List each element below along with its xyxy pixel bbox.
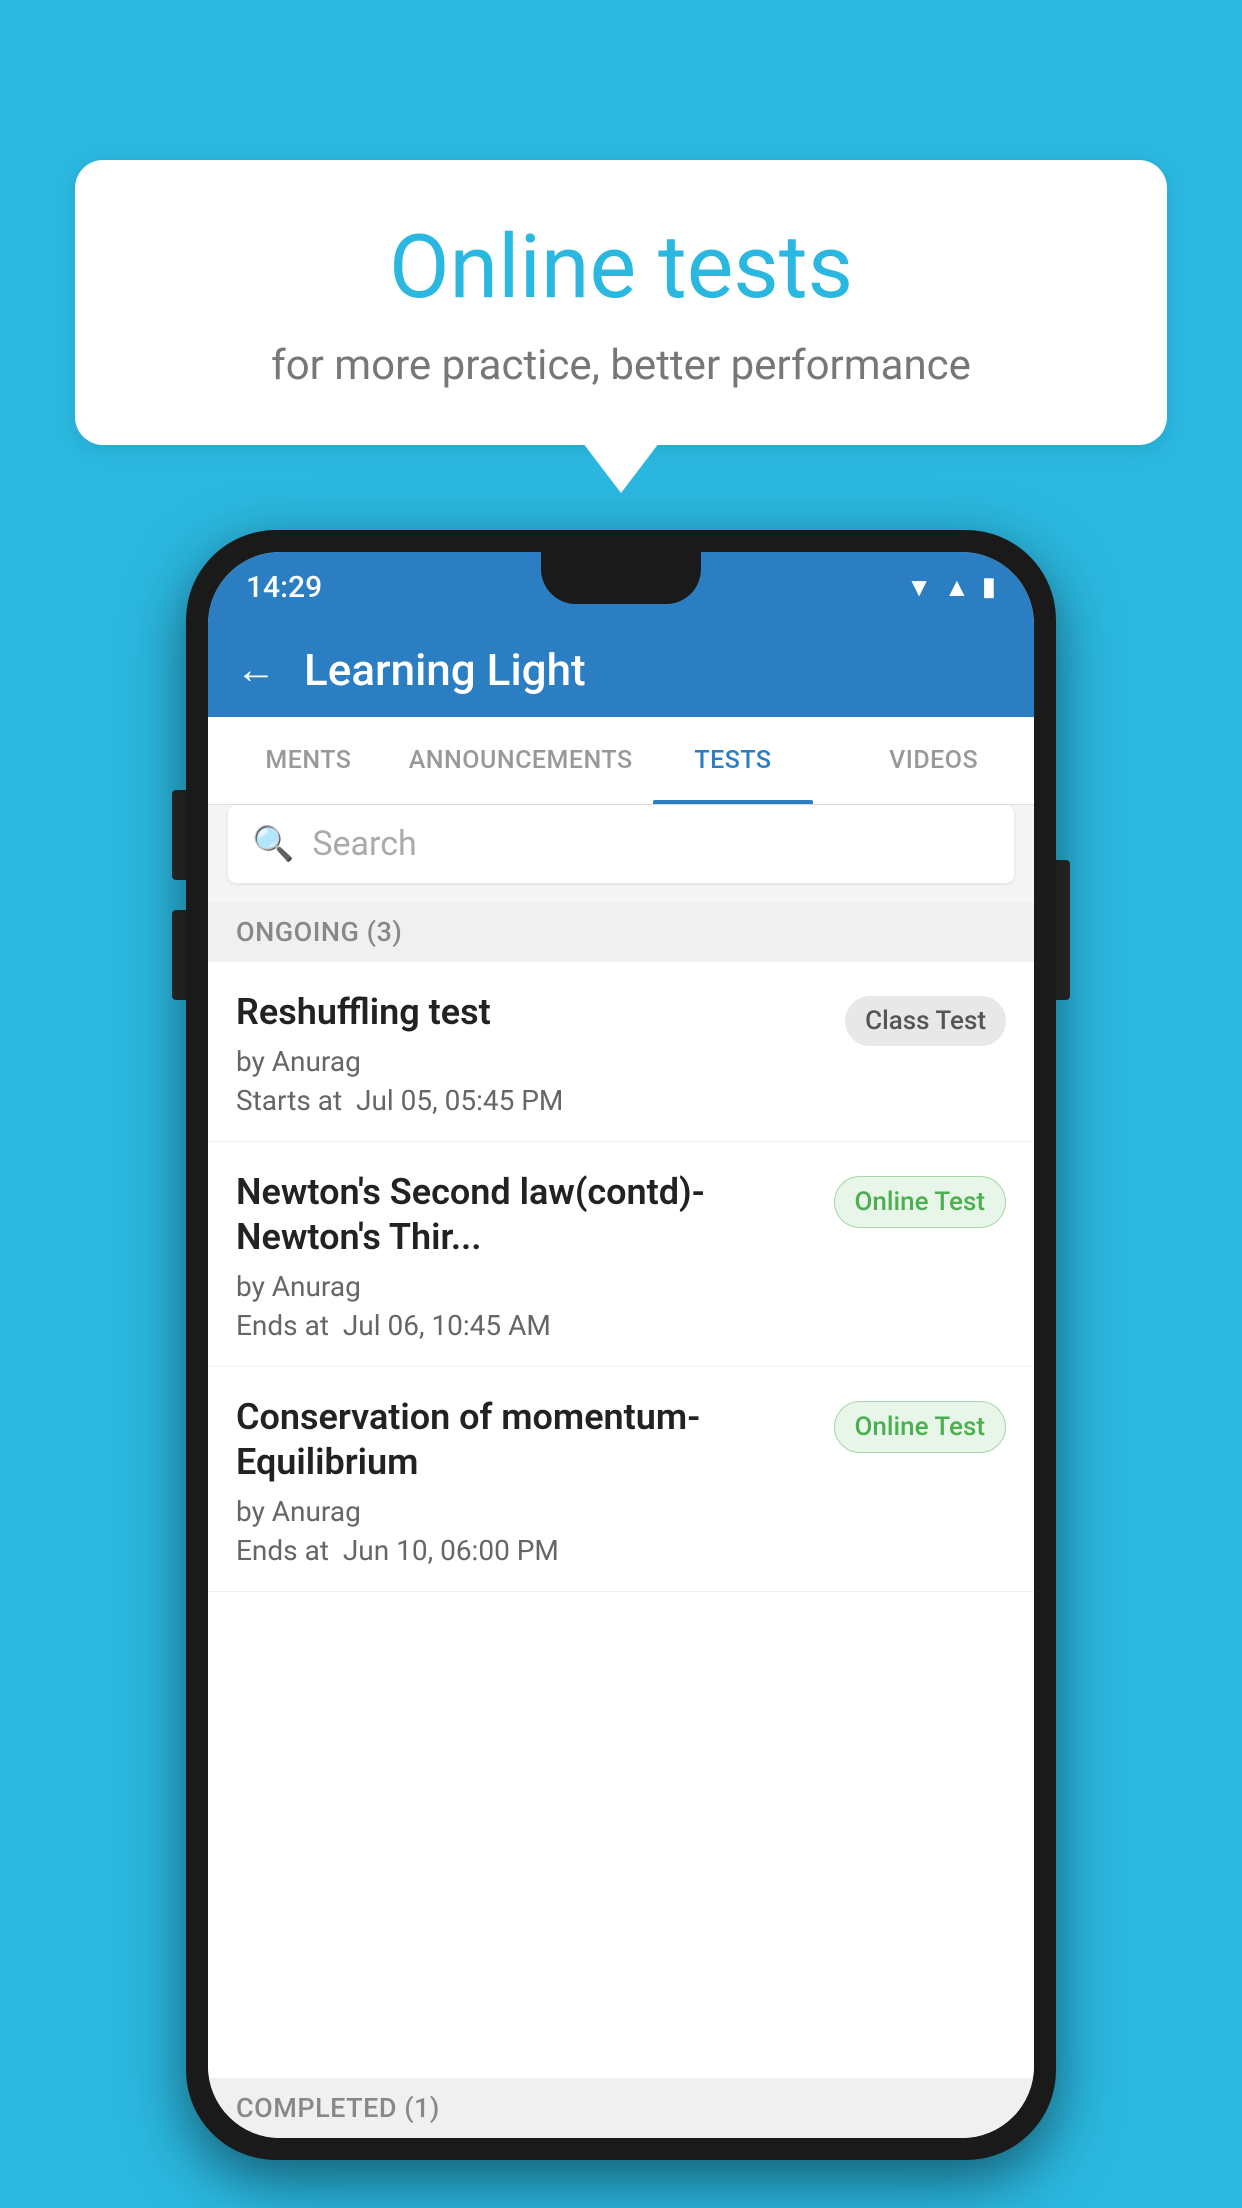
test-info-2: Newton's Second law(contd)-Newton's Thir…	[236, 1170, 818, 1342]
app-title: Learning Light	[304, 644, 586, 696]
test-list: Reshuffling test by Anurag Starts at Jul…	[208, 962, 1034, 2138]
ongoing-label: ONGOING (3)	[236, 916, 402, 948]
badge-class-test-1: Class Test	[845, 996, 1006, 1046]
phone-notch	[541, 552, 701, 604]
test-name-2: Newton's Second law(contd)-Newton's Thir…	[236, 1170, 818, 1260]
power-button	[1056, 860, 1070, 1000]
test-time-2: Ends at Jul 06, 10:45 AM	[236, 1309, 818, 1342]
test-time-1: Starts at Jul 05, 05:45 PM	[236, 1084, 829, 1117]
bubble-subtitle: for more practice, better performance	[125, 341, 1117, 390]
test-author-1: by Anurag	[236, 1045, 829, 1078]
tab-tests[interactable]: TESTS	[633, 717, 834, 804]
back-button[interactable]: ←	[236, 646, 276, 693]
test-time-3: Ends at Jun 10, 06:00 PM	[236, 1534, 818, 1567]
status-time: 14:29	[246, 570, 322, 605]
test-author-3: by Anurag	[236, 1495, 818, 1528]
app-header: ← Learning Light	[208, 622, 1034, 717]
bubble-title: Online tests	[125, 220, 1117, 317]
test-name-3: Conservation of momentum-Equilibrium	[236, 1395, 818, 1485]
test-item-reshuffling[interactable]: Reshuffling test by Anurag Starts at Jul…	[208, 962, 1034, 1142]
ongoing-section-header: ONGOING (3)	[208, 902, 1034, 962]
search-icon: 🔍	[252, 824, 294, 864]
battery-icon: ▮	[982, 572, 996, 602]
test-info-3: Conservation of momentum-Equilibrium by …	[236, 1395, 818, 1567]
tab-bar: MENTS ANNOUNCEMENTS TESTS VIDEOS	[208, 717, 1034, 805]
completed-section-header: COMPLETED (1)	[208, 2078, 1034, 2138]
speech-bubble: Online tests for more practice, better p…	[75, 160, 1167, 445]
test-name-1: Reshuffling test	[236, 990, 829, 1035]
status-icons: ▼ ▲ ▮	[906, 572, 996, 603]
test-info-1: Reshuffling test by Anurag Starts at Jul…	[236, 990, 829, 1117]
search-placeholder: Search	[312, 824, 416, 864]
tab-ments[interactable]: MENTS	[208, 717, 409, 804]
search-bar[interactable]: 🔍 Search	[228, 805, 1014, 883]
wifi-icon: ▼	[906, 572, 932, 603]
test-item-conservation[interactable]: Conservation of momentum-Equilibrium by …	[208, 1367, 1034, 1592]
phone-frame: 14:29 ▼ ▲ ▮ ← Learning Light MENTS ANNOU…	[186, 530, 1056, 2160]
completed-label: COMPLETED (1)	[236, 2092, 440, 2124]
phone-screen: 14:29 ▼ ▲ ▮ ← Learning Light MENTS ANNOU…	[208, 552, 1034, 2138]
tab-announcements[interactable]: ANNOUNCEMENTS	[409, 717, 633, 804]
test-author-2: by Anurag	[236, 1270, 818, 1303]
test-item-newton[interactable]: Newton's Second law(contd)-Newton's Thir…	[208, 1142, 1034, 1367]
volume-down-button	[172, 910, 186, 1000]
badge-online-test-3: Online Test	[834, 1401, 1007, 1453]
badge-online-test-2: Online Test	[834, 1176, 1007, 1228]
volume-up-button	[172, 790, 186, 880]
phone-mockup: 14:29 ▼ ▲ ▮ ← Learning Light MENTS ANNOU…	[186, 530, 1056, 2160]
tab-videos[interactable]: VIDEOS	[833, 717, 1034, 804]
signal-icon: ▲	[944, 572, 970, 603]
